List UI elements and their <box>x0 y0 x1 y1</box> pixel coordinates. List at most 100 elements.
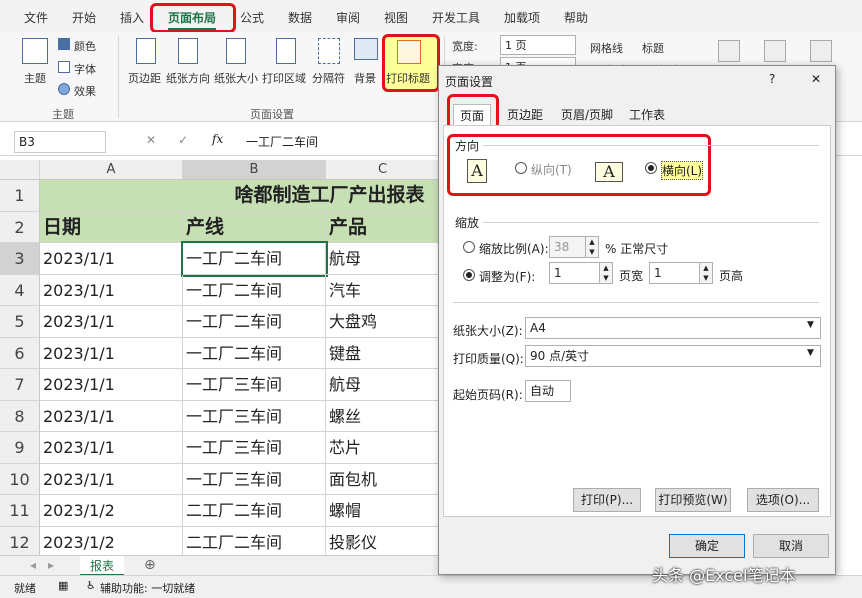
cell-line[interactable]: 一工厂二车间 <box>183 337 326 369</box>
print-area-button[interactable]: 打印区域 <box>262 70 306 86</box>
report-title-cell[interactable]: 啥都制造工厂产出报表 <box>40 180 440 212</box>
status-accessibility[interactable]: 辅助功能: 一切就绪 <box>100 580 195 596</box>
cell-product[interactable]: 面包机 <box>326 463 440 495</box>
prev-sheet-icon[interactable]: ◂ <box>30 558 36 572</box>
cell-line[interactable]: 一工厂三车间 <box>183 432 326 464</box>
header-date[interactable]: 日期 <box>40 211 183 243</box>
column-header-b[interactable]: B <box>183 160 326 180</box>
ratio-spinner[interactable]: ▲ ▼ <box>585 236 599 258</box>
cancel-button[interactable]: 取消 <box>753 534 829 558</box>
cell-date[interactable]: 2023/1/1 <box>40 243 183 275</box>
add-sheet-icon[interactable]: ⊕ <box>144 557 156 573</box>
margins-button[interactable]: 页边距 <box>128 70 161 86</box>
help-button[interactable]: ? <box>769 72 775 86</box>
pages-tall-spinner[interactable]: ▲ ▼ <box>699 262 713 284</box>
row-header[interactable]: 8 <box>0 400 40 432</box>
row-header[interactable]: 12 <box>0 526 40 555</box>
pages-wide-spinner[interactable]: ▲ ▼ <box>599 262 613 284</box>
tab-home[interactable]: 开始 <box>72 9 96 26</box>
print-quality-select[interactable]: 90 点/英寸 <box>525 345 821 367</box>
cell-line[interactable]: 一工厂三车间 <box>183 400 326 432</box>
background-button[interactable]: 背景 <box>354 70 376 86</box>
cell-date[interactable]: 2023/1/1 <box>40 400 183 432</box>
cell-line[interactable]: 一工厂二车间 <box>181 241 328 277</box>
column-header-a[interactable]: A <box>40 160 183 180</box>
row-header[interactable]: 10 <box>0 463 40 495</box>
formula-content[interactable]: 一工厂二车间 <box>246 133 318 150</box>
tab-data[interactable]: 数据 <box>288 9 312 26</box>
breaks-button[interactable]: 分隔符 <box>312 70 345 86</box>
chevron-down-icon[interactable]: ▼ <box>807 320 814 330</box>
name-box[interactable]: B3 <box>14 131 106 153</box>
fonts-button[interactable]: 字体 <box>74 61 96 77</box>
close-icon[interactable]: ✕ <box>811 72 821 86</box>
next-sheet-icon[interactable]: ▸ <box>48 558 54 572</box>
cell-date[interactable]: 2023/1/2 <box>40 495 183 527</box>
paper-size-select[interactable]: A4 <box>525 317 821 339</box>
dialog-tab-margins[interactable]: 页边距 <box>501 104 549 126</box>
orientation-button[interactable]: 纸张方向 <box>166 70 210 86</box>
tab-help[interactable]: 帮助 <box>564 9 588 26</box>
cell-product[interactable]: 投影仪 <box>326 526 440 555</box>
cell-date[interactable]: 2023/1/1 <box>40 432 183 464</box>
cell-product[interactable]: 大盘鸡 <box>326 306 440 338</box>
cell-product[interactable]: 航母 <box>326 369 440 401</box>
header-product[interactable]: 产品 <box>326 211 440 243</box>
cell-date[interactable]: 2023/1/1 <box>40 306 183 338</box>
select-all-corner[interactable] <box>0 160 40 180</box>
print-preview-button[interactable]: 打印预览(W) <box>655 488 731 512</box>
effects-button[interactable]: 效果 <box>74 83 96 99</box>
row-header[interactable]: 9 <box>0 432 40 464</box>
row-header[interactable]: 1 <box>0 180 40 212</box>
colors-button[interactable]: 颜色 <box>74 38 96 54</box>
sheet-tab-report[interactable]: 报表 <box>80 556 125 576</box>
tab-view[interactable]: 视图 <box>384 9 408 26</box>
cell-line[interactable]: 一工厂三车间 <box>183 369 326 401</box>
ok-button[interactable]: 确定 <box>669 534 745 558</box>
header-line[interactable]: 产线 <box>183 211 326 243</box>
tab-addins[interactable]: 加载项 <box>504 9 540 26</box>
cell-date[interactable]: 2023/1/1 <box>40 463 183 495</box>
row-header[interactable]: 4 <box>0 274 40 306</box>
portrait-label[interactable]: 纵向(T) <box>531 161 572 178</box>
cell-product[interactable]: 螺丝 <box>326 400 440 432</box>
cell-product[interactable]: 航母 <box>326 243 440 275</box>
cell-line[interactable]: 二工厂二车间 <box>183 526 326 555</box>
cell-line[interactable]: 一工厂二车间 <box>183 274 326 306</box>
fit-to-label[interactable]: 调整为(F): <box>479 268 535 285</box>
cell-date[interactable]: 2023/1/1 <box>40 369 183 401</box>
row-header[interactable]: 7 <box>0 369 40 401</box>
fit-to-radio[interactable] <box>463 269 475 281</box>
row-header[interactable]: 3 <box>0 243 40 275</box>
landscape-label[interactable]: 横向(L) <box>661 161 704 180</box>
tab-formulas[interactable]: 公式 <box>240 9 264 26</box>
column-header-c[interactable]: C <box>326 160 440 180</box>
cell-line[interactable]: 一工厂三车间 <box>183 463 326 495</box>
cancel-icon[interactable]: ✕ <box>146 133 156 147</box>
macro-icon[interactable]: ▦ <box>58 579 68 592</box>
adjust-ratio-radio[interactable] <box>463 241 475 253</box>
chevron-down-icon[interactable]: ▼ <box>807 348 814 358</box>
row-header[interactable]: 5 <box>0 306 40 338</box>
options-button[interactable]: 选项(O)... <box>747 488 819 512</box>
landscape-radio[interactable] <box>645 162 657 174</box>
row-header[interactable]: 6 <box>0 337 40 369</box>
tab-insert[interactable]: 插入 <box>120 9 144 26</box>
portrait-radio[interactable] <box>515 162 527 174</box>
cell-line[interactable]: 二工厂二车间 <box>183 495 326 527</box>
cell-date[interactable]: 2023/1/1 <box>40 274 183 306</box>
row-header[interactable]: 11 <box>0 495 40 527</box>
cell-date[interactable]: 2023/1/2 <box>40 526 183 555</box>
dialog-tab-sheet[interactable]: 工作表 <box>623 104 671 126</box>
tab-review[interactable]: 审阅 <box>336 9 360 26</box>
function-icon[interactable]: fx <box>212 132 223 146</box>
themes-button[interactable]: 主题 <box>24 70 46 86</box>
cell-date[interactable]: 2023/1/1 <box>40 337 183 369</box>
cell-line[interactable]: 一工厂二车间 <box>183 306 326 338</box>
cell-product[interactable]: 汽车 <box>326 274 440 306</box>
size-button[interactable]: 纸张大小 <box>214 70 258 86</box>
enter-icon[interactable]: ✓ <box>178 133 188 147</box>
cell-product[interactable]: 螺帽 <box>326 495 440 527</box>
row-header[interactable]: 2 <box>0 211 40 243</box>
cell-product[interactable]: 键盘 <box>326 337 440 369</box>
